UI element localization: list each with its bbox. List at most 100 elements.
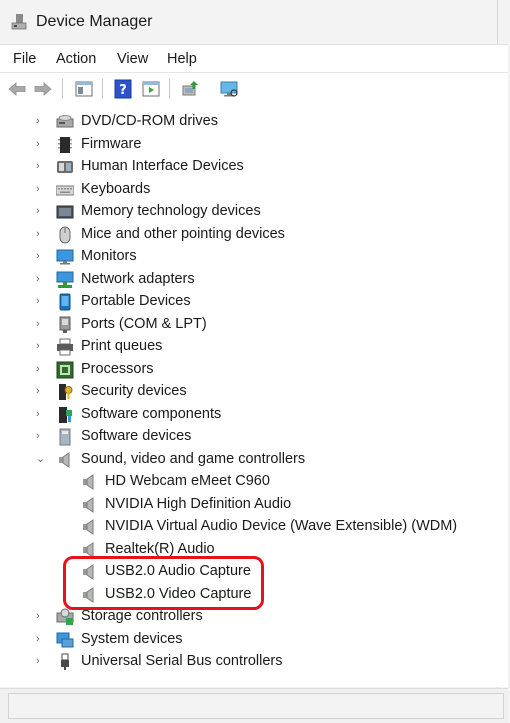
chevron-right-icon[interactable]: ›: [36, 115, 46, 127]
tree-item-human-interface-devices[interactable]: › Human Interface Devices: [0, 156, 508, 178]
action-pane-icon[interactable]: [141, 79, 161, 99]
status-bar: [0, 688, 508, 723]
tree-item-nvidia-hd-audio[interactable]: NVIDIA High Definition Audio: [0, 494, 508, 516]
chevron-right-icon[interactable]: ›: [36, 205, 46, 217]
scan-hardware-changes-icon[interactable]: [219, 79, 239, 99]
tree-item-label: DVD/CD-ROM drives: [81, 113, 218, 129]
device-manager-app-icon: [10, 13, 28, 31]
chevron-right-icon[interactable]: ›: [36, 228, 46, 240]
tree-item-label: Universal Serial Bus controllers: [81, 653, 283, 669]
keyboard-icon: [56, 181, 74, 199]
printer-icon: [56, 338, 74, 356]
tree-item-hd-webcam[interactable]: HD Webcam eMeet C960: [0, 471, 508, 493]
toolbar-separator: [102, 79, 103, 99]
chevron-right-icon[interactable]: ›: [36, 610, 46, 622]
chevron-right-icon[interactable]: ›: [36, 250, 46, 262]
speaker-icon: [80, 473, 98, 491]
toolbar-separator: [169, 79, 170, 99]
tree-item-label: Firmware: [81, 136, 142, 152]
monitor-icon: [56, 248, 74, 266]
tree-item-label: NVIDIA High Definition Audio: [105, 496, 292, 512]
chevron-right-icon[interactable]: ›: [36, 273, 46, 285]
toolbar: ?: [0, 72, 508, 106]
chevron-right-icon[interactable]: ›: [36, 295, 46, 307]
tree-item-monitors[interactable]: › Monitors: [0, 246, 508, 268]
system-device-icon: [56, 631, 74, 649]
tree-item-label: Ports (COM & LPT): [81, 316, 207, 332]
highlight-annotation: [63, 556, 264, 610]
tree-item-label: Monitors: [81, 248, 137, 264]
speaker-icon: [80, 518, 98, 536]
tree-item-label: Sound, video and game controllers: [81, 451, 306, 467]
tree-item-label: Keyboards: [81, 181, 151, 197]
tree-item-portable-devices[interactable]: › Portable Devices: [0, 291, 508, 313]
tree-item-label: Processors: [81, 361, 154, 377]
tree-item-label: Portable Devices: [81, 293, 191, 309]
processor-icon: [56, 361, 74, 379]
chevron-down-icon[interactable]: ⌄: [36, 453, 46, 465]
back-arrow-icon[interactable]: [7, 79, 27, 99]
menu-action[interactable]: Action: [56, 51, 96, 67]
menu-bar: File Action View Help: [0, 44, 508, 73]
chevron-right-icon[interactable]: ›: [36, 318, 46, 330]
tree-item-label: Print queues: [81, 338, 163, 354]
security-device-icon: [56, 383, 74, 401]
mouse-icon: [56, 226, 74, 244]
portable-device-icon: [56, 293, 74, 311]
memory-device-icon: [56, 203, 74, 221]
tree-item-keyboards[interactable]: › Keyboards: [0, 179, 508, 201]
chevron-right-icon[interactable]: ›: [36, 138, 46, 150]
tree-item-label: System devices: [81, 631, 183, 647]
tree-item-label: NVIDIA Virtual Audio Device (Wave Extens…: [105, 518, 458, 534]
window-title: Device Manager: [36, 13, 153, 30]
speaker-icon: [56, 451, 74, 469]
device-tree[interactable]: › DVD/CD-ROM drives › Firmware › Human I…: [0, 105, 508, 687]
help-icon[interactable]: ?: [113, 79, 133, 99]
usb-icon: [56, 653, 74, 671]
chevron-right-icon[interactable]: ›: [36, 385, 46, 397]
tree-item-mice[interactable]: › Mice and other pointing devices: [0, 224, 508, 246]
menu-view[interactable]: View: [117, 51, 148, 67]
tree-item-firmware[interactable]: › Firmware: [0, 134, 508, 156]
tree-item-ports[interactable]: › Ports (COM & LPT): [0, 314, 508, 336]
tree-item-label: Software devices: [81, 428, 192, 444]
tree-item-usb-controllers[interactable]: › Universal Serial Bus controllers: [0, 651, 508, 673]
tree-item-label: Mice and other pointing devices: [81, 226, 285, 242]
tree-item-label: Network adapters: [81, 271, 195, 287]
update-driver-icon[interactable]: [180, 79, 200, 99]
tree-item-security-devices[interactable]: › Security devices: [0, 381, 508, 403]
show-hide-console-tree-icon[interactable]: [74, 79, 94, 99]
chevron-right-icon[interactable]: ›: [36, 633, 46, 645]
toolbar-separator: [62, 79, 63, 99]
forward-arrow-icon[interactable]: [33, 79, 53, 99]
chevron-right-icon[interactable]: ›: [36, 363, 46, 375]
tree-item-label: HD Webcam eMeet C960: [105, 473, 270, 489]
tree-item-dvd-cdrom-drives[interactable]: › DVD/CD-ROM drives: [0, 111, 508, 133]
chevron-right-icon[interactable]: ›: [36, 408, 46, 420]
tree-item-nvidia-virtual-audio[interactable]: NVIDIA Virtual Audio Device (Wave Extens…: [0, 516, 508, 538]
tree-item-system-devices[interactable]: › System devices: [0, 629, 508, 651]
tree-item-print-queues[interactable]: › Print queues: [0, 336, 508, 358]
menu-file[interactable]: File: [13, 51, 36, 67]
hid-icon: [56, 158, 74, 176]
tree-item-label: Software components: [81, 406, 222, 422]
tree-item-processors[interactable]: › Processors: [0, 359, 508, 381]
chevron-right-icon[interactable]: ›: [36, 160, 46, 172]
chevron-right-icon[interactable]: ›: [36, 430, 46, 442]
tree-item-sound-video-game-controllers[interactable]: ⌄ Sound, video and game controllers: [0, 449, 508, 471]
tree-item-software-devices[interactable]: › Software devices: [0, 426, 508, 448]
chevron-right-icon[interactable]: ›: [36, 340, 46, 352]
tree-item-network-adapters[interactable]: › Network adapters: [0, 269, 508, 291]
dvd-drive-icon: [56, 113, 74, 131]
speaker-icon: [80, 496, 98, 514]
chevron-right-icon[interactable]: ›: [36, 183, 46, 195]
tree-item-label: Memory technology devices: [81, 203, 261, 219]
tree-item-label: Security devices: [81, 383, 187, 399]
network-adapter-icon: [56, 271, 74, 289]
menu-help[interactable]: Help: [167, 51, 197, 67]
storage-controller-icon: [56, 608, 74, 626]
firmware-chip-icon: [56, 136, 74, 154]
tree-item-software-components[interactable]: › Software components: [0, 404, 508, 426]
tree-item-memory-technology-devices[interactable]: › Memory technology devices: [0, 201, 508, 223]
chevron-right-icon[interactable]: ›: [36, 655, 46, 667]
